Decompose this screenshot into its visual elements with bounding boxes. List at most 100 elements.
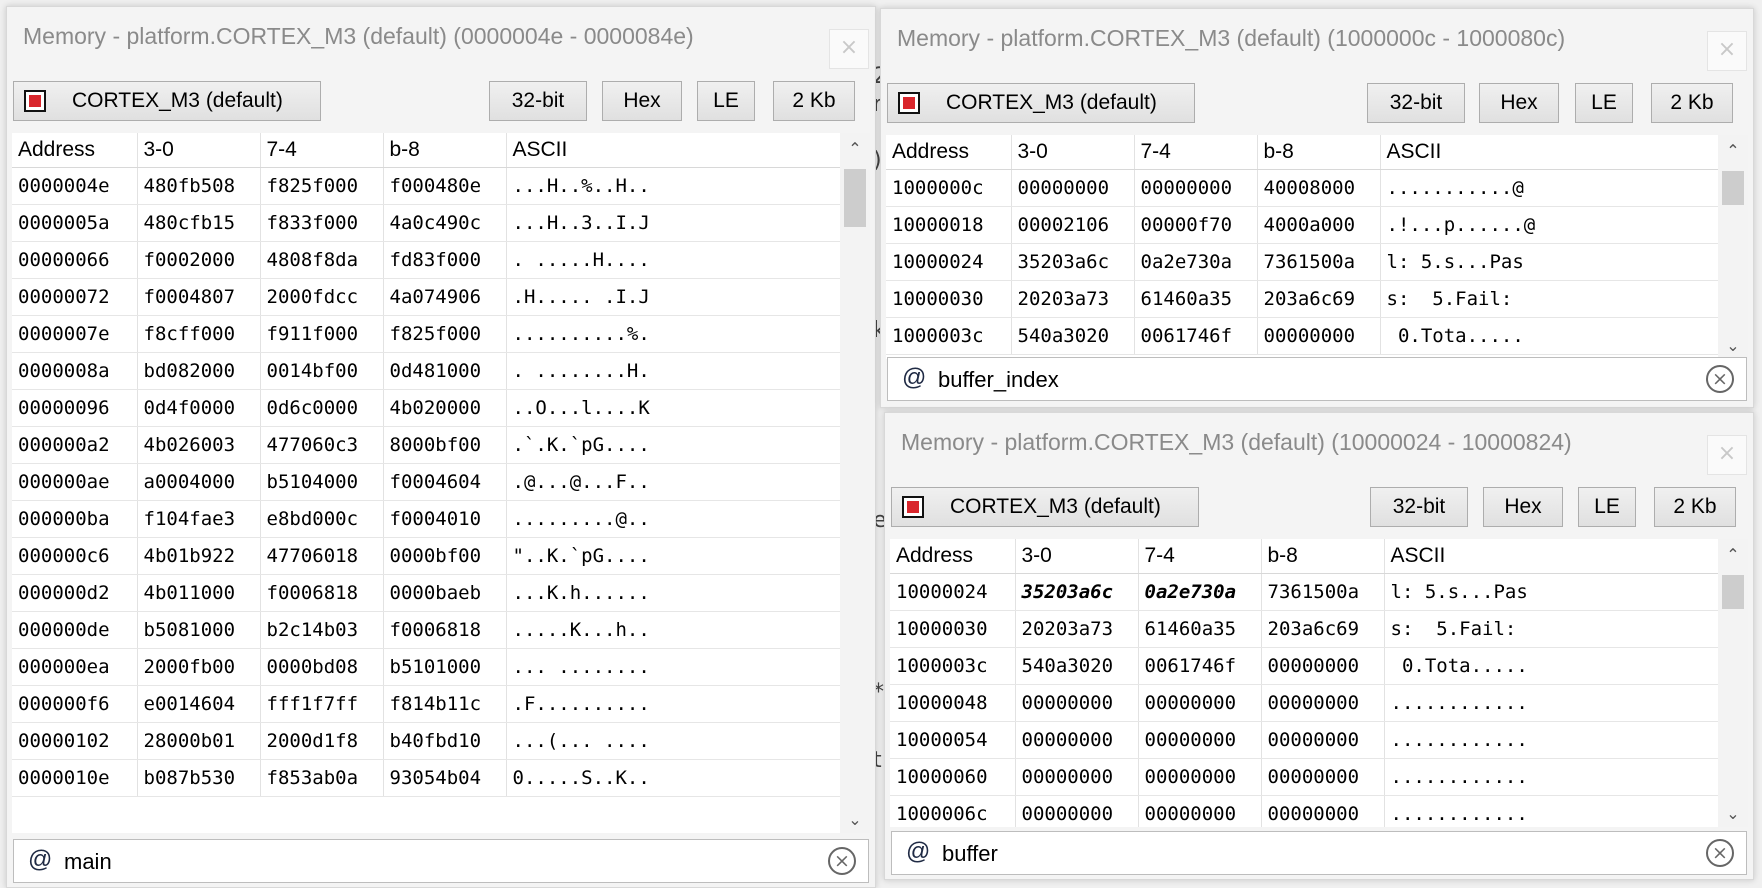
ascii-cell[interactable]: ............ bbox=[1384, 684, 1719, 722]
close-icon[interactable]: × bbox=[1707, 435, 1747, 475]
word-b-8-cell[interactable]: 00000000 bbox=[1261, 647, 1385, 685]
ascii-cell[interactable]: .!...p......@ bbox=[1380, 206, 1719, 244]
word-3-0-cell[interactable]: 540a3020 bbox=[1011, 317, 1135, 355]
column-header-address[interactable]: Address bbox=[886, 135, 1012, 170]
word-b-8-cell[interactable]: 00000000 bbox=[1261, 795, 1385, 827]
word-7-4-cell[interactable]: 2000d1f8 bbox=[260, 722, 384, 760]
column-header-address[interactable]: Address bbox=[12, 133, 138, 168]
close-icon[interactable]: × bbox=[1707, 31, 1747, 71]
format-button[interactable]: Hex bbox=[1483, 487, 1563, 527]
ascii-cell[interactable]: ... ........ bbox=[506, 648, 841, 686]
ascii-cell[interactable]: . ........H. bbox=[506, 352, 841, 390]
word-7-4-cell[interactable]: 0d6c0000 bbox=[260, 389, 384, 427]
word-b-8-cell[interactable]: 00000000 bbox=[1261, 721, 1385, 759]
table-row[interactable]: 00000102 28000b01 2000d1f8 b40fbd10 ...(... … bbox=[12, 722, 841, 760]
address-cell[interactable]: 0000008a bbox=[12, 352, 138, 390]
table-row[interactable]: 10000054 00000000 00000000 00000000........… bbox=[890, 721, 1719, 759]
title-bar[interactable]: Memory - platform.CORTEX_M3 (default) (1… bbox=[885, 413, 1753, 477]
address-cell[interactable]: 000000a2 bbox=[12, 426, 138, 464]
column-header-address[interactable]: Address bbox=[890, 539, 1016, 574]
word-7-4-cell[interactable]: 0000bd08 bbox=[260, 648, 384, 686]
word-3-0-cell[interactable]: 00002106 bbox=[1011, 206, 1135, 244]
word-3-0-cell[interactable]: 35203a6c bbox=[1011, 243, 1135, 281]
clear-icon[interactable]: × bbox=[1706, 365, 1734, 393]
ascii-cell[interactable]: s: 5.Fail: bbox=[1384, 610, 1719, 648]
word-3-0-cell[interactable]: b087b530 bbox=[137, 759, 261, 797]
table-row[interactable]: 000000ba f104fae3 e8bd000c f0004010........… bbox=[12, 500, 841, 538]
word-7-4-cell[interactable]: b2c14b03 bbox=[260, 611, 384, 649]
word-b-8-cell[interactable]: 203a6c69 bbox=[1257, 280, 1381, 318]
ascii-cell[interactable]: ...H..3..I.J bbox=[506, 204, 841, 242]
address-cell[interactable]: 000000d2 bbox=[12, 574, 138, 612]
word-b-8-cell[interactable]: f0004604 bbox=[383, 463, 507, 501]
address-cell[interactable]: 00000072 bbox=[12, 278, 138, 316]
address-cell[interactable]: 1000003c bbox=[886, 317, 1012, 355]
address-search-input[interactable]: @ buffer_index × bbox=[887, 357, 1747, 401]
word-3-0-cell[interactable]: 00000000 bbox=[1015, 684, 1139, 722]
ascii-cell[interactable]: l: 5.s...Pas bbox=[1384, 573, 1719, 611]
word-7-4-cell[interactable]: 477060c3 bbox=[260, 426, 384, 464]
clear-icon[interactable]: × bbox=[1706, 839, 1734, 867]
word-3-0-cell[interactable]: 0d4f0000 bbox=[137, 389, 261, 427]
endian-button[interactable]: LE bbox=[1575, 83, 1633, 123]
title-bar[interactable]: Memory - platform.CORTEX_M3 (default) (1… bbox=[881, 9, 1753, 73]
word-7-4-cell[interactable]: 0a2e730a bbox=[1138, 573, 1262, 611]
word-7-4-cell[interactable]: f911f000 bbox=[260, 315, 384, 353]
table-row[interactable]: 0000007e f8cff000 f911f000 f825f000........… bbox=[12, 315, 841, 353]
ascii-cell[interactable]: l: 5.s...Pas bbox=[1380, 243, 1719, 281]
address-search-input[interactable]: @ buffer × bbox=[891, 831, 1747, 875]
word-7-4-cell[interactable]: 0014bf00 bbox=[260, 352, 384, 390]
word-7-4-cell[interactable]: 61460a35 bbox=[1138, 610, 1262, 648]
column-header-b-8[interactable]: b-8 bbox=[383, 133, 507, 168]
column-header-ascii[interactable]: ASCII bbox=[506, 133, 841, 168]
column-header-7-4[interactable]: 7-4 bbox=[1134, 135, 1258, 170]
word-b-8-cell[interactable]: 4a074906 bbox=[383, 278, 507, 316]
word-3-0-cell[interactable]: 2000fb00 bbox=[137, 648, 261, 686]
table-row[interactable]: 000000a2 4b026003 477060c3 8000bf00 .`.K.`pG… bbox=[12, 426, 841, 464]
word-3-0-cell[interactable]: f104fae3 bbox=[137, 500, 261, 538]
table-row[interactable]: 1000006c 00000000 00000000 00000000........… bbox=[890, 795, 1719, 827]
ascii-cell[interactable]: .....K...h.. bbox=[506, 611, 841, 649]
clear-icon[interactable]: × bbox=[828, 847, 856, 875]
address-cell[interactable]: 10000060 bbox=[890, 758, 1016, 796]
word-3-0-cell[interactable]: 20203a73 bbox=[1011, 280, 1135, 318]
word-b-8-cell[interactable]: 203a6c69 bbox=[1261, 610, 1385, 648]
table-row[interactable]: 10000060 00000000 00000000 00000000........… bbox=[890, 758, 1719, 796]
word-7-4-cell[interactable]: f0006818 bbox=[260, 574, 384, 612]
word-7-4-cell[interactable]: 0a2e730a bbox=[1134, 243, 1258, 281]
table-row[interactable]: 000000ae a0004000 b5104000 f0004604 .@...@..… bbox=[12, 463, 841, 501]
word-3-0-cell[interactable]: 20203a73 bbox=[1015, 610, 1139, 648]
word-7-4-cell[interactable]: b5104000 bbox=[260, 463, 384, 501]
word-3-0-cell[interactable]: e0014604 bbox=[137, 685, 261, 723]
table-row[interactable]: 00000096 0d4f0000 0d6c0000 4b020000 ..O...l.… bbox=[12, 389, 841, 427]
word-7-4-cell[interactable]: 00000000 bbox=[1138, 758, 1262, 796]
table-row[interactable]: 10000024 35203a6c 0a2e730a 7361500a l: 5.s..… bbox=[890, 573, 1719, 611]
word-b-8-cell[interactable]: f0004010 bbox=[383, 500, 507, 538]
word-size-button[interactable]: 32-bit bbox=[1370, 487, 1468, 527]
word-3-0-cell[interactable]: bd082000 bbox=[137, 352, 261, 390]
word-7-4-cell[interactable]: 00000f70 bbox=[1134, 206, 1258, 244]
size-button[interactable]: 2 Kb bbox=[1651, 83, 1733, 123]
search-value[interactable]: buffer bbox=[942, 841, 998, 867]
address-cell[interactable]: 00000096 bbox=[12, 389, 138, 427]
word-3-0-cell[interactable]: f0002000 bbox=[137, 241, 261, 279]
ascii-cell[interactable]: 0.Tota..... bbox=[1380, 317, 1719, 355]
address-cell[interactable]: 0000010e bbox=[12, 759, 138, 797]
address-cell[interactable]: 0000007e bbox=[12, 315, 138, 353]
column-header-ascii[interactable]: ASCII bbox=[1384, 539, 1719, 574]
address-cell[interactable]: 10000018 bbox=[886, 206, 1012, 244]
word-b-8-cell[interactable]: 4b020000 bbox=[383, 389, 507, 427]
word-b-8-cell[interactable]: 00000000 bbox=[1261, 684, 1385, 722]
search-value[interactable]: buffer_index bbox=[938, 367, 1059, 393]
ascii-cell[interactable]: ...(... .... bbox=[506, 722, 841, 760]
format-button[interactable]: Hex bbox=[1479, 83, 1559, 123]
processor-selector[interactable]: CORTEX_M3 (default) bbox=[887, 83, 1195, 123]
scroll-down-icon[interactable]: ⌄ bbox=[1718, 336, 1748, 355]
address-cell[interactable]: 000000ae bbox=[12, 463, 138, 501]
format-button[interactable]: Hex bbox=[602, 81, 682, 121]
word-7-4-cell[interactable]: 00000000 bbox=[1138, 795, 1262, 827]
table-row[interactable]: 1000003c 540a3020 0061746f 00000000 0.Tota.… bbox=[886, 317, 1719, 355]
word-b-8-cell[interactable]: f825f000 bbox=[383, 315, 507, 353]
ascii-cell[interactable]: ...H..%..H.. bbox=[506, 167, 841, 205]
word-3-0-cell[interactable]: 540a3020 bbox=[1015, 647, 1139, 685]
